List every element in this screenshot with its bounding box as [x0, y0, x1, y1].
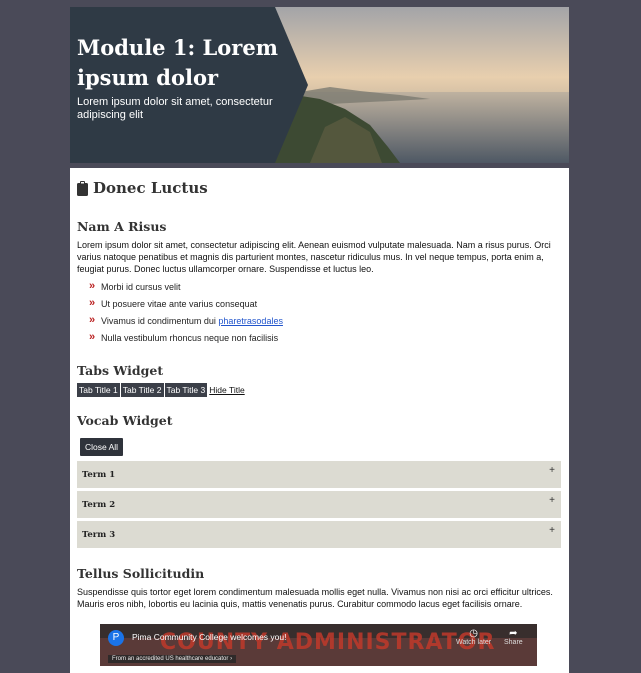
list-item: » Vivamus id condimentum dui pharetrasod… [89, 315, 561, 332]
tab-title-2[interactable]: Tab Title 2 [120, 382, 164, 397]
pharetrasodales-link[interactable]: pharetrasodales [218, 316, 283, 326]
hero-divider [70, 163, 569, 168]
video-player[interactable]: COUNTY ADMINISTRATOR P Pima Community Co… [100, 620, 537, 666]
close-all-button[interactable]: Close All [80, 438, 124, 456]
term-accordion-1[interactable]: Term 1 + [77, 461, 561, 488]
term-accordion-2[interactable]: Term 2 + [77, 491, 561, 518]
vocab-widget-heading: Vocab Widget [77, 413, 173, 428]
term-accordion-3[interactable]: Term 3 + [77, 521, 561, 548]
chevron-right-icon: » [89, 331, 96, 343]
chevron-right-icon: » [89, 280, 96, 292]
clipboard-icon [77, 180, 88, 196]
watch-later-label: Watch later [456, 639, 492, 646]
term-label: Term 3 [82, 529, 116, 540]
list-item: » Nulla vestibulum rhoncus neque non fac… [89, 332, 561, 349]
badge-text: From an accredited US healthcare educato… [112, 656, 229, 662]
watch-later-button[interactable]: ◷ Watch later [456, 628, 491, 646]
clock-icon: ◷ [469, 628, 478, 639]
section-title: Donec Luctus [93, 179, 208, 197]
list-item-text: Morbi id cursus velit [101, 282, 181, 292]
share-label: Share [504, 639, 523, 646]
list-item: » Morbi id cursus velit [89, 281, 561, 298]
tabs-widget-heading: Tabs Widget [77, 363, 164, 378]
channel-avatar[interactable]: P [108, 630, 124, 646]
list-item-text-prefix: Vivamus id condimentum dui [101, 316, 219, 326]
chevron-right-icon: » [89, 314, 96, 326]
section-header: Donec Luctus [77, 178, 561, 198]
tabs-bar: Tab Title 1 Tab Title 2 Tab Title 3 Hide… [77, 382, 561, 397]
page-title: Module 1: Lorem ipsum dolor [77, 35, 278, 90]
page-subtitle: Lorem ipsum dolor sit amet, consectetur … [77, 96, 273, 121]
tellus-heading: Tellus Sollicitudin [77, 566, 205, 581]
list-item-text: Nulla vestibulum rhoncus neque non facil… [101, 333, 279, 343]
hide-title-link[interactable]: Hide Title [209, 385, 244, 395]
chevron-right-icon: › [230, 656, 233, 662]
list-item: » Ut posuere vitae ante varius consequat [89, 298, 561, 315]
tab-title-1[interactable]: Tab Title 1 [77, 382, 120, 397]
share-button[interactable]: ➦ Share [504, 628, 523, 646]
nam-paragraph: Lorem ipsum dolor sit amet, consectetur … [77, 240, 551, 274]
nam-heading: Nam A Risus [77, 219, 167, 234]
page: Module 1: Lorem ipsum dolor Lorem ipsum … [70, 7, 569, 673]
plus-icon[interactable]: + [549, 465, 555, 476]
video-title[interactable]: Pima Community College welcomes you! [132, 632, 286, 642]
share-icon: ➦ [509, 628, 518, 639]
term-label: Term 1 [82, 469, 116, 480]
bullet-list: » Morbi id cursus velit » Ut posuere vit… [77, 281, 561, 349]
list-item-text: Vivamus id condimentum dui pharetrasodal… [101, 315, 283, 327]
video-info-badge[interactable]: From an accredited US healthcare educato… [108, 655, 237, 663]
list-item-text: Ut posuere vitae ante varius consequat [101, 299, 258, 309]
tellus-paragraph: Suspendisse quis tortor eget lorem condi… [77, 587, 553, 609]
hero-banner: Module 1: Lorem ipsum dolor Lorem ipsum … [70, 7, 569, 163]
plus-icon[interactable]: + [549, 495, 555, 506]
main-content: Donec Luctus Nam A Risus Lorem ipsum dol… [70, 178, 569, 666]
tab-title-3[interactable]: Tab Title 3 [164, 382, 208, 397]
term-label: Term 2 [82, 499, 116, 510]
chevron-right-icon: » [89, 297, 96, 309]
plus-icon[interactable]: + [549, 525, 555, 536]
